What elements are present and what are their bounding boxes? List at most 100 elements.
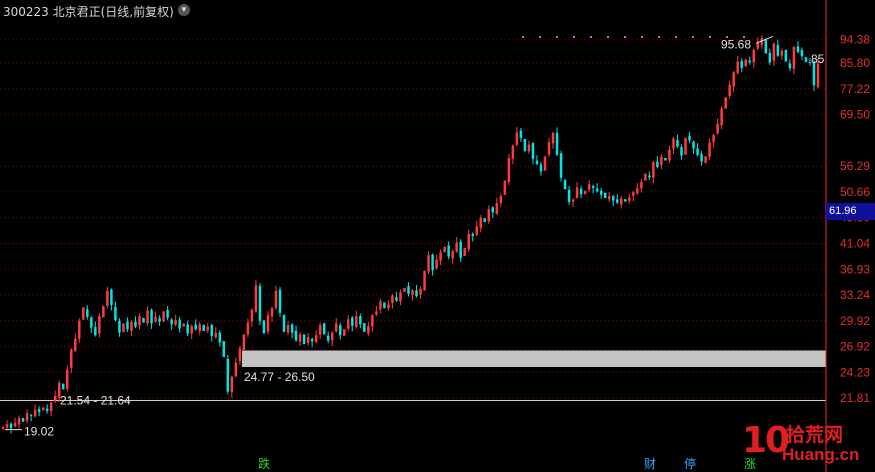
candle-body [290, 324, 294, 333]
y-tick-label: 21.81 [840, 391, 870, 405]
candle-body [467, 233, 470, 250]
candle-body [567, 189, 571, 203]
candle-body [74, 338, 77, 351]
candle-body [459, 241, 462, 258]
candle-body [764, 38, 768, 54]
candle-body [33, 409, 37, 417]
signal-dot [590, 36, 592, 38]
candle-body [403, 288, 406, 292]
candle-body [130, 321, 133, 331]
candle-body [98, 316, 101, 334]
y-tick-label: 56.29 [840, 159, 870, 173]
candle-body [559, 153, 563, 178]
signal-dot [675, 36, 677, 38]
candle-body [676, 140, 679, 147]
candle-body [218, 332, 222, 343]
candle-body [620, 198, 623, 205]
candle-body [483, 218, 487, 223]
candle-body [9, 423, 13, 429]
signal-dot [539, 36, 541, 38]
candle-body [347, 319, 350, 329]
signal-dot [641, 36, 643, 38]
candle-body [419, 288, 422, 295]
candle-body [427, 255, 430, 272]
candle-body [298, 334, 302, 342]
candle-body [435, 259, 438, 269]
candle-body [250, 309, 254, 322]
signal-dot [624, 36, 626, 38]
candle-body [704, 156, 707, 164]
candle-body [118, 320, 121, 333]
candle-body [768, 52, 772, 63]
candle-body [302, 334, 306, 345]
y-tick-label: 77.22 [840, 82, 870, 96]
candle-body [684, 137, 687, 155]
candle-body [628, 197, 631, 201]
candle-body [230, 376, 234, 393]
candle-body [519, 130, 523, 138]
candle-body [455, 242, 458, 252]
candle-body [86, 309, 89, 317]
candle-body [792, 47, 796, 69]
candle-body [190, 325, 193, 334]
candle-body [266, 315, 270, 332]
y-tick-label: 69.50 [840, 108, 870, 122]
candle-body [463, 247, 466, 256]
candle-body [134, 321, 137, 327]
watermark-logo: 10 拾荒网 Huang.cn [742, 418, 868, 470]
candle-body [515, 132, 519, 146]
candle-body [487, 209, 491, 222]
candle-body [591, 185, 595, 188]
candle-body [752, 49, 756, 63]
signal-dot [709, 36, 711, 38]
candle-body [198, 324, 201, 332]
candle-body [234, 362, 238, 377]
y-tick-label: 33.24 [840, 288, 870, 302]
candle-body [507, 157, 511, 183]
candle-body [286, 325, 290, 333]
candle-body [363, 323, 366, 332]
candle-body [106, 290, 109, 306]
candles [1, 35, 820, 434]
chevron-down-icon[interactable]: ▼ [178, 4, 190, 16]
candle-body [423, 270, 426, 291]
y-tick-label: 94.38 [840, 33, 870, 47]
candle-body [788, 63, 792, 69]
candle-body [53, 396, 57, 402]
candle-body [583, 190, 587, 195]
candle-body [800, 50, 804, 56]
candle-body [258, 285, 262, 321]
candle-body [49, 402, 53, 411]
candle-body [720, 108, 723, 126]
candle-body [114, 306, 117, 321]
candle-body [624, 199, 627, 202]
range-note: 21.54 - 21.64 [60, 393, 131, 407]
candle-body [17, 418, 21, 425]
candle-body [748, 60, 751, 63]
candle-body [776, 45, 780, 56]
candle-body [708, 142, 711, 157]
candle-body [13, 423, 17, 427]
highlight-band [242, 350, 826, 367]
candle-body [595, 188, 599, 192]
candle-body [78, 320, 81, 339]
candle-body [294, 330, 298, 341]
candle-body [383, 302, 386, 309]
candle-body [367, 325, 370, 334]
candle-body [563, 179, 567, 190]
candle-body [495, 203, 499, 214]
event-marker: 财 [644, 457, 656, 471]
candle-body [668, 149, 671, 161]
candle-body [579, 188, 583, 195]
candle-body [539, 164, 543, 172]
candle-body [5, 424, 9, 428]
candle-body [343, 329, 346, 336]
candle-body [178, 319, 181, 329]
candle-body [150, 309, 153, 324]
candle-body [772, 43, 776, 61]
candle-body [660, 156, 663, 166]
current-price-label: 61.96 [826, 203, 875, 220]
candle-body [306, 337, 310, 343]
candle-body [451, 250, 454, 259]
candle-body [138, 316, 141, 326]
